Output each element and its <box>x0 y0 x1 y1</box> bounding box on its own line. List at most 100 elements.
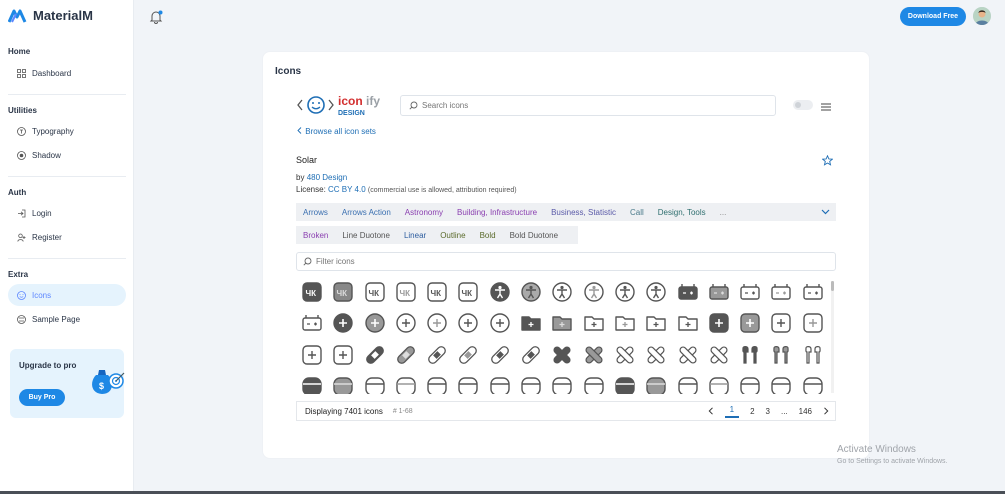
icon-grid-item[interactable] <box>393 373 419 394</box>
icon-grid-item[interactable] <box>330 342 356 368</box>
icon-grid-item[interactable] <box>549 310 575 336</box>
theme-toggle[interactable] <box>793 100 813 110</box>
page-button[interactable]: 2 <box>750 407 754 416</box>
icon-grid-item[interactable] <box>768 373 794 394</box>
icon-grid-item[interactable] <box>455 310 481 336</box>
icon-grid-item[interactable] <box>737 342 763 368</box>
icon-grid-item[interactable] <box>706 279 732 305</box>
notification-button[interactable] <box>149 10 163 29</box>
icon-grid-scrollbar[interactable] <box>831 281 834 393</box>
icon-grid-item[interactable] <box>330 373 356 394</box>
icon-grid-item[interactable] <box>768 310 794 336</box>
icon-grid-item[interactable] <box>581 279 607 305</box>
icon-grid-item[interactable]: ЧК <box>424 279 450 305</box>
category-filter[interactable]: Building, Infrastructure <box>457 208 537 217</box>
style-filter[interactable]: Outline <box>440 231 465 240</box>
icon-grid-item[interactable] <box>800 373 826 394</box>
category-filter[interactable]: Call <box>630 208 644 217</box>
sidebar-item-register[interactable]: Register <box>8 226 126 248</box>
icon-grid-item[interactable] <box>487 373 513 394</box>
style-filter[interactable]: Broken <box>303 231 328 240</box>
iconify-logo[interactable]: icon ify DESIGN <box>297 94 387 116</box>
icon-grid-item[interactable] <box>643 310 669 336</box>
icon-grid-item[interactable] <box>581 373 607 394</box>
icon-grid-item[interactable] <box>487 342 513 368</box>
icon-grid-item[interactable] <box>455 373 481 394</box>
download-free-button[interactable]: Download Free <box>900 7 966 26</box>
icon-grid-item[interactable] <box>549 342 575 368</box>
menu-button[interactable] <box>821 99 831 117</box>
sidebar-item-shadow[interactable]: Shadow <box>8 144 126 166</box>
icon-grid-item[interactable] <box>737 310 763 336</box>
icon-grid-item[interactable] <box>768 342 794 368</box>
icon-grid-item[interactable] <box>424 373 450 394</box>
category-filter[interactable]: Arrows <box>303 208 328 217</box>
favorite-button[interactable] <box>821 153 834 171</box>
icon-grid-item[interactable] <box>800 279 826 305</box>
filter-input[interactable] <box>316 257 796 266</box>
author-link[interactable]: 480 Design <box>307 173 347 182</box>
icon-grid-item[interactable] <box>299 342 325 368</box>
icon-grid-item[interactable]: ЧК <box>330 279 356 305</box>
icon-grid-item[interactable] <box>706 373 732 394</box>
icon-grid-item[interactable] <box>549 373 575 394</box>
sidebar-item-sample-page[interactable]: Sample Page <box>8 308 126 330</box>
icon-grid-item[interactable] <box>643 342 669 368</box>
icon-grid-item[interactable] <box>768 279 794 305</box>
icon-grid-item[interactable] <box>362 342 388 368</box>
icon-grid-item[interactable] <box>706 342 732 368</box>
icon-grid-item[interactable] <box>612 373 638 394</box>
icon-grid-item[interactable] <box>518 310 544 336</box>
category-more[interactable]: ... <box>720 208 727 217</box>
buy-pro-button[interactable]: Buy Pro <box>19 389 65 406</box>
style-filter[interactable]: Linear <box>404 231 426 240</box>
icon-grid-item[interactable] <box>487 310 513 336</box>
brand-logo[interactable]: MaterialM <box>8 8 93 23</box>
icon-grid-item[interactable] <box>362 373 388 394</box>
license-link[interactable]: CC BY 4.0 <box>328 185 366 194</box>
icon-grid-item[interactable] <box>612 310 638 336</box>
icon-grid-item[interactable]: ЧК <box>362 279 388 305</box>
icon-grid-item[interactable] <box>299 310 325 336</box>
prev-page-button[interactable] <box>708 406 714 417</box>
icon-grid-item[interactable] <box>518 373 544 394</box>
category-filter[interactable]: Design, Tools <box>658 208 706 217</box>
sidebar-item-login[interactable]: Login <box>8 202 126 224</box>
icon-grid-item[interactable] <box>487 279 513 305</box>
expand-categories-button[interactable] <box>821 207 830 218</box>
icon-grid-item[interactable] <box>518 279 544 305</box>
icon-grid-item[interactable]: ЧК <box>455 279 481 305</box>
category-filter[interactable]: Astronomy <box>405 208 443 217</box>
sidebar-item-dashboard[interactable]: Dashboard <box>8 62 126 84</box>
icon-grid-item[interactable] <box>612 342 638 368</box>
style-filter[interactable]: Line Duotone <box>342 231 390 240</box>
search-input[interactable] <box>422 101 742 110</box>
icon-grid-item[interactable] <box>455 342 481 368</box>
icon-grid-item[interactable] <box>393 310 419 336</box>
icon-grid-item[interactable] <box>675 373 701 394</box>
icon-grid-item[interactable] <box>737 373 763 394</box>
icon-grid-item[interactable]: ЧК <box>393 279 419 305</box>
filter-input-wrapper[interactable] <box>296 252 836 271</box>
icon-grid-item[interactable] <box>800 342 826 368</box>
page-button-current[interactable]: 1 <box>724 405 740 418</box>
icon-grid-item[interactable] <box>424 342 450 368</box>
next-page-button[interactable] <box>823 406 829 417</box>
icon-grid-item[interactable] <box>330 310 356 336</box>
icon-grid-item[interactable] <box>706 310 732 336</box>
icon-grid-item[interactable] <box>737 279 763 305</box>
search-input-wrapper[interactable] <box>400 95 776 116</box>
style-filter[interactable]: Bold Duotone <box>510 231 558 240</box>
icon-grid-item[interactable] <box>643 373 669 394</box>
icon-grid-item[interactable] <box>424 310 450 336</box>
icon-grid-item[interactable] <box>549 279 575 305</box>
icon-grid-item[interactable] <box>675 279 701 305</box>
icon-grid-item[interactable] <box>518 342 544 368</box>
avatar[interactable] <box>973 7 991 25</box>
style-filter[interactable]: Bold <box>480 231 496 240</box>
icon-grid-item[interactable]: ЧК <box>299 279 325 305</box>
icon-grid-item[interactable] <box>643 279 669 305</box>
sidebar-item-typography[interactable]: Typography <box>8 120 126 142</box>
icon-grid-item[interactable] <box>393 342 419 368</box>
category-filter[interactable]: Arrows Action <box>342 208 391 217</box>
